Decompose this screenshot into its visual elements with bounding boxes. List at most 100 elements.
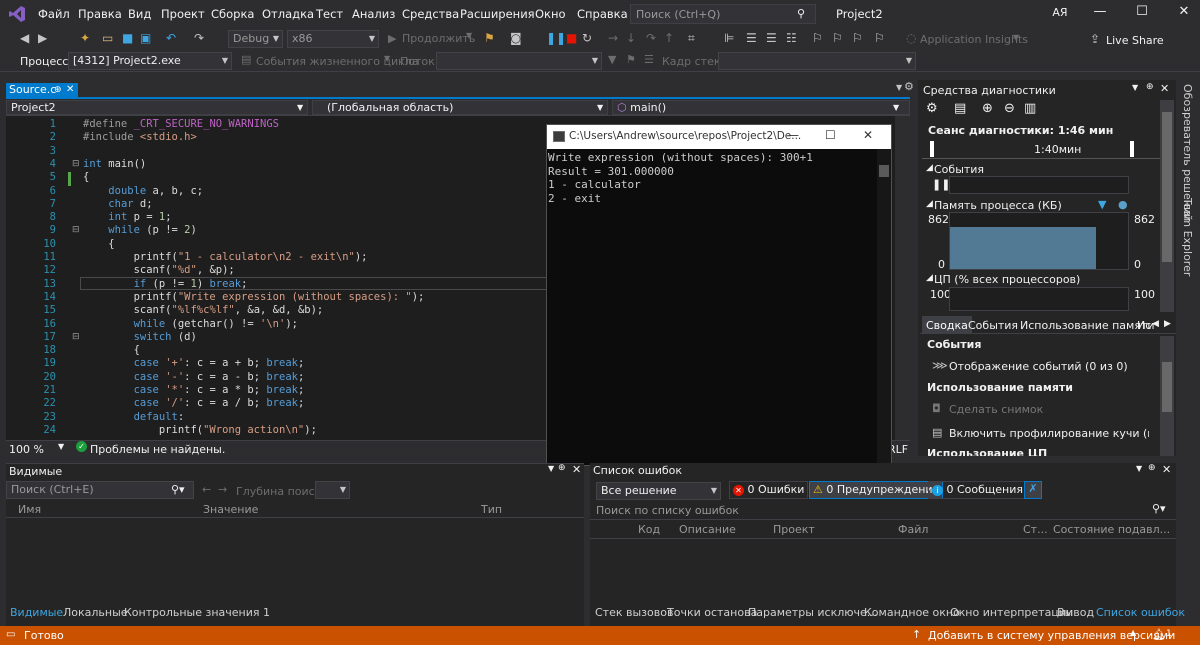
menu-test[interactable]: Тест xyxy=(316,7,343,21)
chevron-down-icon[interactable]: ▼ xyxy=(548,464,554,473)
code-line[interactable]: double a, b, c; xyxy=(83,185,203,198)
column-line[interactable]: Ст... xyxy=(1023,523,1048,536)
column-name[interactable]: Имя xyxy=(18,503,41,516)
tab-cpu-usage[interactable]: Ис xyxy=(1137,319,1151,332)
column-suppression[interactable]: Состояние подавл... xyxy=(1053,523,1170,536)
editor-scrollbar[interactable] xyxy=(895,116,910,440)
tab-source-c[interactable]: Source.c ⊕ ✕ xyxy=(6,83,78,97)
console-titlebar[interactable]: C:\Users\Andrew\source\repos\Project2\De… xyxy=(547,125,891,149)
bookmark-prev-icon[interactable]: ⚐ xyxy=(832,31,843,45)
menu-file[interactable]: Файл xyxy=(38,7,70,21)
maximize-icon[interactable]: ☐ xyxy=(825,128,836,142)
error-search-placeholder[interactable]: Поиск по списку ошибок xyxy=(596,504,739,517)
application-insights-button[interactable]: Application Insights xyxy=(920,33,1028,46)
insights-icon[interactable]: ◌ xyxy=(906,31,916,45)
zoom-out-icon[interactable]: ⊖ xyxy=(1004,101,1015,116)
stack-frame-select[interactable]: ▼ xyxy=(718,52,916,70)
screenshot-icon[interactable]: ◙ xyxy=(510,31,522,45)
scroll-thumb[interactable] xyxy=(879,165,889,177)
share-icon[interactable]: ⇪ xyxy=(1090,32,1100,46)
warnings-filter-button[interactable]: ⚠ 0 Предупреждения xyxy=(809,481,944,499)
chart-icon[interactable]: ▥ xyxy=(1024,101,1036,116)
process-select[interactable]: [4312] Project2.exe ▼ xyxy=(68,52,232,70)
take-snapshot-button[interactable]: Сделать снимок xyxy=(949,403,1043,416)
menu-project[interactable]: Проект xyxy=(161,7,205,21)
minimize-icon[interactable]: — xyxy=(787,128,799,142)
step-into-icon[interactable]: ↓ xyxy=(626,31,636,45)
team-explorer-tab[interactable]: Team Explorer xyxy=(1181,198,1194,276)
code-line[interactable]: switch (d) xyxy=(83,331,197,344)
flag-icon[interactable]: ⚑ xyxy=(626,53,636,66)
code-line[interactable]: #define _CRT_SECURE_NO_WARNINGS xyxy=(83,118,279,131)
code-line[interactable]: case '*': c = a * b; break; xyxy=(83,384,305,397)
tab-autos[interactable]: Видимые xyxy=(10,606,63,619)
lifecycle-events-button[interactable]: События жизненного цикла xyxy=(256,55,419,68)
collapse-icon[interactable]: ◢ xyxy=(926,273,933,283)
tab-watch-1[interactable]: Контрольные значения 1 xyxy=(124,606,270,619)
tab-immediate-window[interactable]: Окно интерпретации xyxy=(950,606,1073,619)
menu-extensions[interactable]: Расширения xyxy=(460,7,535,21)
column-description[interactable]: Описание xyxy=(679,523,736,536)
tab-command-window[interactable]: Командное окно xyxy=(864,606,960,619)
tab-exception-settings[interactable]: Параметры исключе... xyxy=(748,606,877,619)
code-line[interactable]: scanf("%lf%c%lf", &a, &d, &b); xyxy=(83,304,324,317)
back-icon[interactable]: ◀ xyxy=(20,31,29,45)
code-line[interactable]: while (p != 2) xyxy=(83,224,197,237)
column-code[interactable]: Код xyxy=(638,523,660,536)
tab-error-list[interactable]: Список ошибок xyxy=(1096,606,1185,619)
zoom-in-icon[interactable]: ⊕ xyxy=(982,101,993,116)
tab-memory-usage[interactable]: Использование памяти xyxy=(1020,319,1155,332)
maximize-icon[interactable]: ☐ xyxy=(1128,4,1156,24)
platform-select[interactable]: x86 ▼ xyxy=(287,30,379,48)
tab-output[interactable]: Вывод xyxy=(1057,606,1094,619)
open-settings-icon[interactable]: ⚙ xyxy=(904,80,914,93)
undo-icon[interactable]: ↶ xyxy=(166,31,176,45)
fold-icon[interactable]: ⊟ xyxy=(72,158,80,171)
memory-graph[interactable] xyxy=(949,212,1129,270)
depth-select[interactable]: ▼ xyxy=(315,481,350,499)
collapse-icon[interactable]: ◢ xyxy=(926,199,933,209)
close-icon[interactable]: ✕ xyxy=(572,463,581,476)
step-icon[interactable]: → xyxy=(608,31,618,45)
build-intellisense-icon[interactable]: ✗ xyxy=(1024,481,1042,499)
column-project[interactable]: Проект xyxy=(773,523,815,536)
bookmark-next-icon[interactable]: ⚐ xyxy=(852,31,863,45)
pin-icon[interactable]: ⊕ xyxy=(54,83,62,97)
chevron-down-icon[interactable]: ▼ xyxy=(1013,33,1019,42)
outdent-icon[interactable]: ☰ xyxy=(766,31,777,45)
add-to-source-control-button[interactable]: Добавить в систему управления версиями xyxy=(928,629,1175,642)
new-project-icon[interactable]: ✦ xyxy=(80,31,90,45)
tab-locals[interactable]: Локальные xyxy=(63,606,128,619)
close-icon[interactable]: ✕ xyxy=(1162,463,1171,476)
show-events-link[interactable]: Отображение событий (0 из 0) xyxy=(949,360,1128,373)
stack-icon[interactable]: ☰ xyxy=(644,53,654,66)
tab-summary[interactable]: Сводка xyxy=(922,316,972,333)
indent-icon[interactable]: ☰ xyxy=(746,31,757,45)
avatar[interactable]: АЯ xyxy=(1050,6,1070,22)
play-icon[interactable]: ▶ xyxy=(388,32,396,45)
close-tab-icon[interactable]: ✕ xyxy=(66,83,74,97)
code-line[interactable]: if (p != 1) break; xyxy=(83,278,248,291)
open-file-icon[interactable]: ▭ xyxy=(102,31,113,45)
continue-button[interactable]: Продолжить xyxy=(402,32,475,45)
threads-icon[interactable]: ⊫ xyxy=(724,31,734,45)
code-line[interactable]: printf("1 - calculator\n2 - exit\n"); xyxy=(83,251,368,264)
code-line[interactable]: printf("Write expression (without spaces… xyxy=(83,291,425,304)
close-icon[interactable]: ✕ xyxy=(863,128,873,142)
collapse-icon[interactable]: ◢ xyxy=(926,163,933,173)
code-line[interactable]: int main() xyxy=(83,158,146,171)
column-value[interactable]: Значение xyxy=(203,503,258,516)
comment-icon[interactable]: ☷ xyxy=(786,31,797,45)
locals-search-input[interactable]: Поиск (Ctrl+E) ⚲▾ xyxy=(6,481,194,499)
code-line[interactable]: case '-': c = a - b; break; xyxy=(83,371,305,384)
code-line[interactable]: char d; xyxy=(83,198,152,211)
scroll-thumb[interactable] xyxy=(1162,112,1172,262)
save-icon[interactable]: ■ xyxy=(122,31,133,45)
save-all-icon[interactable]: ▣ xyxy=(140,31,151,45)
timeline-ruler[interactable]: 1:40мин xyxy=(922,139,1174,159)
bookmark-icon[interactable]: ⚐ xyxy=(812,31,823,45)
settings-icon[interactable]: ⚙ xyxy=(926,101,938,116)
chevron-up-icon[interactable]: ▲ xyxy=(1130,628,1136,637)
diagnostics-graph-scrollbar[interactable] xyxy=(1160,100,1174,312)
redo-icon[interactable]: ↷ xyxy=(194,31,204,45)
